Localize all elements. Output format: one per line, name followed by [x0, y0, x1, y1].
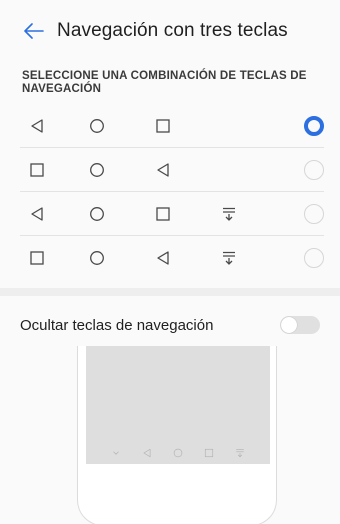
app-header: Navegación con tres teclas: [0, 0, 340, 62]
recents-icon: [24, 148, 50, 192]
preview-back-icon: [141, 447, 153, 459]
home-icon: [84, 104, 110, 148]
phone-preview: [77, 346, 277, 524]
notification-pull-icon: [216, 192, 242, 236]
recents-icon: [150, 104, 176, 148]
back-icon: [24, 192, 50, 236]
back-icon: [24, 104, 50, 148]
recents-icon: [150, 192, 176, 236]
home-icon: [84, 236, 110, 280]
home-icon: [84, 148, 110, 192]
preview-notification-pull-icon: [234, 447, 246, 459]
navigation-options-list: [0, 104, 340, 280]
navigation-option-3[interactable]: [20, 192, 324, 236]
navigation-option-2[interactable]: [20, 148, 324, 192]
preview-chevron-down-icon: [110, 447, 122, 459]
arrow-left-icon: [24, 23, 44, 39]
back-icon: [150, 148, 176, 192]
preview-home-icon: [172, 447, 184, 459]
hide-navigation-keys-row[interactable]: Ocultar teclas de navegación: [0, 302, 340, 348]
navigation-option-4[interactable]: [20, 236, 324, 280]
radio-unselected[interactable]: [304, 160, 324, 180]
page-title: Navegación con tres teclas: [57, 20, 288, 41]
preview-navigation-bar: [86, 442, 270, 464]
notification-pull-icon: [216, 236, 242, 280]
navigation-option-1[interactable]: [20, 104, 324, 148]
radio-unselected[interactable]: [304, 248, 324, 268]
radio-unselected[interactable]: [304, 204, 324, 224]
recents-icon: [24, 236, 50, 280]
preview-recents-icon: [203, 447, 215, 459]
hide-navigation-keys-label: Ocultar teclas de navegación: [20, 316, 214, 334]
section-divider: [0, 288, 340, 296]
back-icon: [150, 236, 176, 280]
hide-navigation-keys-toggle[interactable]: [280, 316, 320, 334]
preview-screen: [86, 346, 270, 464]
back-button[interactable]: [14, 11, 54, 51]
home-icon: [84, 192, 110, 236]
section-label: SELECCIONE UNA COMBINACIÓN DE TECLAS DE …: [22, 70, 307, 95]
toggle-knob: [281, 317, 297, 333]
radio-selected[interactable]: [304, 116, 324, 136]
